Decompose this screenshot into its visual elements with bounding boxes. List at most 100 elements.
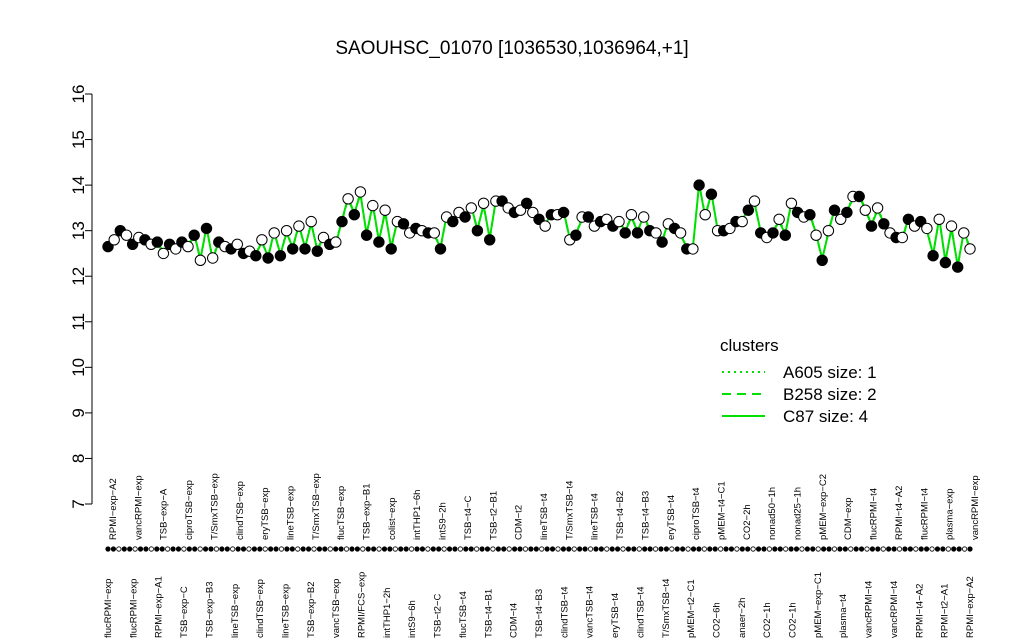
sample-tick-dot (110, 546, 117, 552)
sample-tick-dot (484, 546, 491, 552)
sample-tick-dot (929, 546, 935, 552)
sample-tick-dot (658, 546, 664, 552)
bottom-x-label: TSB−t4−B1 (483, 589, 494, 638)
data-point-filled (939, 256, 952, 269)
data-point-filled (631, 227, 644, 239)
sample-tick-dot (826, 546, 832, 552)
top-x-label: nonad25−1h (793, 487, 804, 540)
sample-tick-dot (468, 546, 474, 552)
data-point-open (367, 199, 379, 212)
bottom-x-label: RPMI−exp−A1 (154, 576, 165, 638)
top-x-label: RPMI−exp−A2 (108, 478, 119, 540)
sample-tick-dot (143, 546, 149, 552)
y-tick-label: 12 (69, 267, 88, 286)
bottom-x-label: vancRPMI−t4 (889, 581, 900, 638)
data-point-open (687, 243, 699, 255)
data-point-open (964, 243, 976, 255)
data-point-open (305, 215, 317, 228)
bottom-x-label: flucRPMI−exp (103, 579, 114, 638)
data-point-filled (459, 211, 471, 223)
top-x-label: flucTSB−exp (336, 486, 347, 540)
sample-tick-dot (463, 546, 469, 552)
sample-tick-dot (105, 546, 111, 552)
sample-tick-dot (349, 546, 355, 552)
sample-ticks (105, 546, 973, 552)
sample-tick-dot (197, 546, 203, 552)
data-point-filled (274, 250, 287, 262)
sample-tick-dot (479, 546, 485, 552)
sample-tick-dot (577, 546, 583, 552)
top-x-label: plasma−exp (945, 489, 956, 541)
sample-tick-dot (560, 546, 566, 552)
y-tick-label: 14 (69, 176, 88, 195)
sample-tick-dot (192, 546, 198, 552)
sample-tick-dot (278, 546, 285, 552)
bottom-x-label: CO2−1h (762, 602, 773, 638)
data-point-filled (434, 243, 447, 255)
data-point-filled (705, 188, 718, 200)
bottom-x-label: plasma−t4 (838, 594, 849, 638)
y-tick-label: 9 (69, 408, 88, 417)
top-x-label: vancRPMI−exp (970, 475, 981, 540)
sample-tick-dot (766, 546, 773, 552)
data-point-filled (582, 211, 594, 223)
data-point-filled (557, 206, 570, 219)
sample-tick-dot (354, 546, 360, 552)
data-point-filled (385, 243, 397, 255)
sample-tick-dot (202, 546, 209, 552)
sample-tick-dot (159, 546, 165, 552)
data-point-filled (336, 215, 348, 228)
sample-tick-dot (495, 546, 501, 552)
bottom-x-label: TSB−exp−B3 (204, 581, 215, 638)
sample-tick-dot (804, 546, 810, 552)
top-x-label: lineTSB−exp (285, 486, 296, 540)
sample-tick-dot (815, 546, 821, 552)
data-point-open (379, 204, 391, 216)
data-point-filled (853, 190, 865, 203)
bottom-x-label: CDM−t4 (509, 603, 520, 638)
top-x-label: CO2−2h (742, 504, 753, 540)
data-point-filled (250, 250, 262, 262)
data-point-open (625, 209, 638, 221)
data-point-open (748, 195, 761, 207)
data-point-open (945, 220, 958, 232)
sample-tick-dot (755, 546, 762, 552)
data-point-filled (360, 229, 373, 241)
sample-tick-dot (311, 546, 317, 552)
top-x-label: TSB−exp−B1 (362, 483, 373, 540)
sample-tick-dot (772, 546, 778, 552)
sample-tick-dot (848, 546, 854, 552)
sample-tick-dot (539, 546, 545, 552)
sample-tick-dot (132, 546, 138, 552)
top-x-label: lineTSB−t4 (539, 493, 550, 540)
legend-label: B258 size: 2 (783, 385, 877, 404)
sample-tick-dot (728, 546, 735, 552)
sample-tick-dot (398, 546, 404, 552)
sample-tick-dot (154, 546, 160, 552)
sample-tick-dot (343, 546, 350, 552)
sample-tick-dot (181, 546, 187, 552)
sample-tick-dot (316, 546, 323, 552)
sample-tick-dot (425, 546, 431, 552)
top-x-label: pMEM−t4−C1 (716, 481, 727, 540)
data-point-filled (767, 227, 779, 239)
sample-tick-dot (625, 546, 632, 552)
sample-tick-dot (609, 546, 615, 552)
sample-tick-dot (718, 546, 724, 552)
y-tick-label: 15 (69, 130, 88, 149)
sample-tick-dot (457, 546, 463, 552)
sample-tick-dot (652, 546, 659, 552)
sample-tick-dot (647, 546, 653, 552)
data-point-filled (484, 234, 496, 246)
bottom-x-label: pMEM−t2−C1 (686, 579, 697, 638)
bottom-x-label: clindTSB−t4 (559, 587, 570, 639)
sample-tick-dot (864, 546, 870, 552)
sample-tick-dot (430, 546, 436, 552)
data-point-open (293, 220, 305, 232)
sample-tick-dot (631, 546, 637, 552)
bottom-x-label: CO2−6h (711, 602, 722, 638)
sample-tick-dot (224, 546, 230, 552)
data-point-open (773, 213, 785, 226)
top-x-label: CDM−t2 (514, 505, 525, 540)
top-x-label: TSB−exp−A (159, 488, 170, 540)
